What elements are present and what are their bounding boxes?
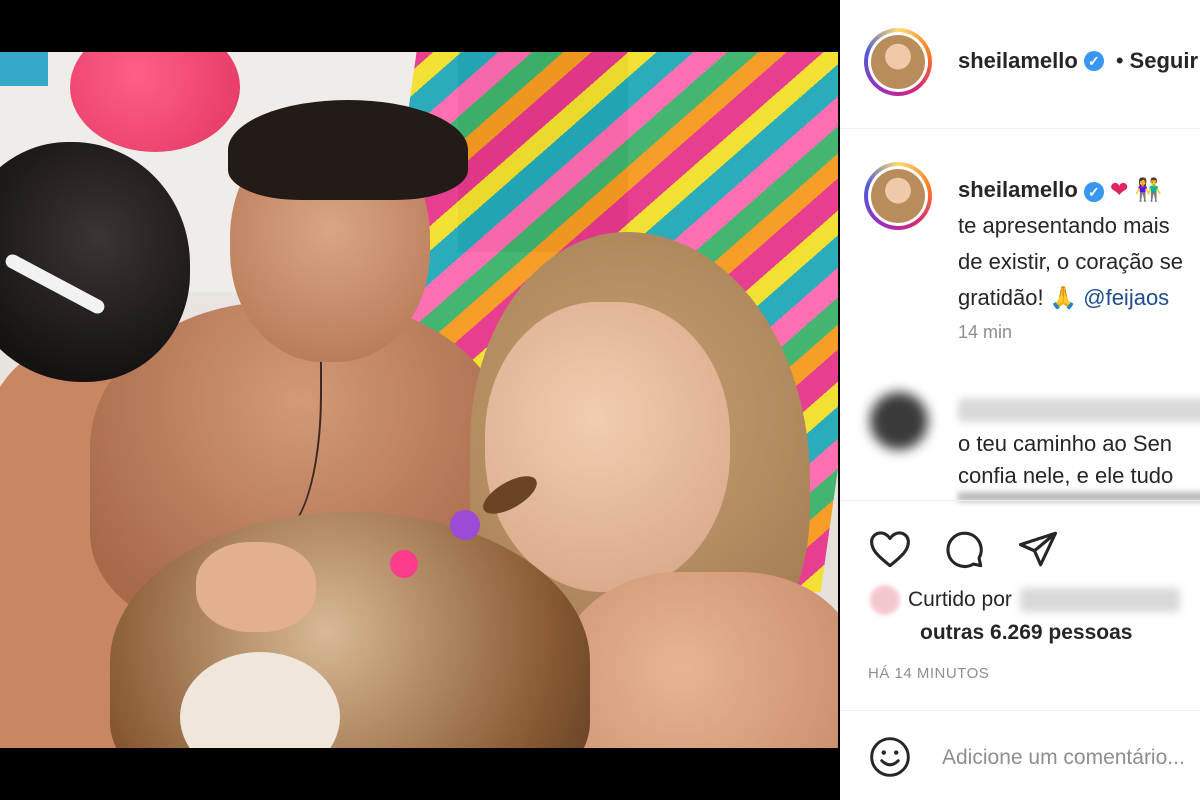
- comment-line-2: confia nele, e ele tudo: [958, 463, 1174, 488]
- liked-by-label: Curtido por: [908, 588, 1012, 611]
- commenter-username-blurred: [958, 398, 1200, 422]
- caption-line-2: de existir, o coração se: [958, 249, 1184, 274]
- post-sidebar: sheilamello ✓ • Seguir sheilamello ✓ ❤ 👫 …: [840, 0, 1200, 800]
- author-username[interactable]: sheilamello: [958, 48, 1078, 74]
- photo-hand: [196, 542, 316, 632]
- post-timestamp: HÁ 14 MINUTOS: [868, 665, 990, 682]
- likes-count[interactable]: outras 6.269 pessoas: [920, 621, 1132, 645]
- share-button[interactable]: [1016, 527, 1060, 571]
- caption-avatar[interactable]: [864, 162, 932, 230]
- emoji-smile-icon[interactable]: [868, 735, 912, 779]
- comment-input[interactable]: [940, 741, 1200, 775]
- verified-badge-icon: ✓: [1083, 51, 1104, 71]
- post-header: sheilamello ✓ • Seguir: [840, 0, 1200, 129]
- author-info: sheilamello ✓ • Seguir: [958, 48, 1198, 74]
- photo-woman-arm: [560, 572, 838, 748]
- liked-by-username-blurred[interactable]: [1019, 588, 1180, 612]
- photo-woman-face: [485, 302, 730, 592]
- caption-text: sheilamello ✓ ❤ 👫 te apresentando mais de…: [958, 172, 1200, 316]
- post-photo[interactable]: [0, 52, 838, 748]
- post-media-panel: [0, 0, 840, 800]
- like-button[interactable]: [868, 527, 912, 571]
- comment-line-1: o teu caminho ao Sen: [958, 431, 1173, 456]
- comment: o teu caminho ao Sen confia nele, e ele …: [840, 378, 1200, 502]
- photo-man-hair: [228, 100, 468, 200]
- author-avatar[interactable]: [864, 28, 932, 96]
- heart-icon: [870, 531, 910, 568]
- caption: sheilamello ✓ ❤ 👫 te apresentando mais de…: [840, 130, 1200, 365]
- liked-by-row: Curtido por: [870, 585, 1180, 615]
- comment-button[interactable]: [942, 527, 986, 571]
- caption-timestamp: 14 min: [958, 322, 1013, 342]
- verified-badge-icon: ✓: [1083, 182, 1104, 202]
- caption-mention-link[interactable]: @feijaos: [1083, 285, 1169, 310]
- caption-line-1: te apresentando mais: [958, 213, 1170, 238]
- send-icon: [1018, 531, 1058, 567]
- add-comment-bar: [840, 710, 1200, 800]
- caption-username[interactable]: sheilamello: [958, 177, 1078, 202]
- follow-button[interactable]: Seguir: [1130, 48, 1198, 74]
- photo-blue-corner: [0, 52, 48, 86]
- caption-line-3: gratidão! 🙏: [958, 285, 1078, 310]
- commenter-avatar[interactable]: [870, 392, 928, 450]
- follow-separator: •: [1115, 48, 1124, 73]
- caption-emojis: ❤ 👫: [1109, 177, 1162, 202]
- action-icons: [868, 527, 1060, 571]
- liked-by-avatar[interactable]: [870, 585, 900, 615]
- post-actions: Curtido por outras 6.269 pessoas HÁ 14 M…: [840, 500, 1200, 711]
- comment-text: o teu caminho ao Sen confia nele, e ele …: [958, 428, 1200, 492]
- photo-purple-bow: [450, 510, 480, 540]
- comment-icon: [946, 531, 983, 569]
- photo-pink-bow: [390, 550, 418, 578]
